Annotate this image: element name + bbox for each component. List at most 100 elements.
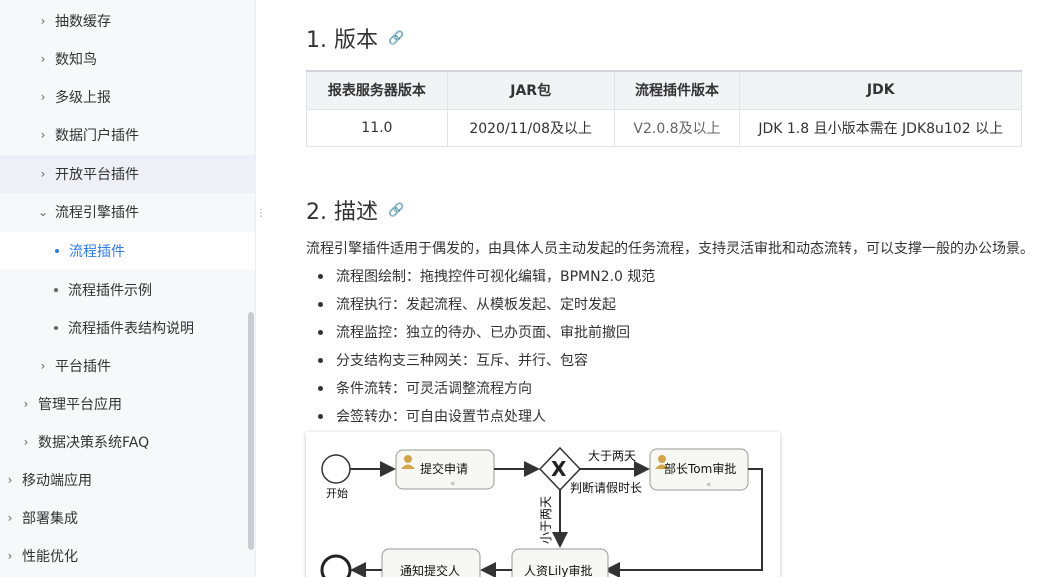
edge-label-less: 小于两天 — [539, 496, 553, 544]
table-cell: JDK 1.8 且小版本需在 JDK8u102 以上 — [739, 109, 1022, 147]
sidebar-item-workflow-tables[interactable]: 流程插件表结构说明 — [0, 309, 255, 347]
chevron-right-icon: › — [7, 473, 13, 487]
sidebar-item-data-portal[interactable]: › 数据门户插件 — [0, 116, 255, 154]
chevron-right-icon: › — [40, 359, 46, 373]
bullet-icon — [318, 301, 323, 307]
sidebar-item-workflow-engine[interactable]: ⌄ 流程引擎插件 — [0, 193, 255, 231]
sidebar-item-label: 多级上报 — [55, 90, 111, 106]
sidebar-item-label: 开放平台插件 — [55, 167, 139, 183]
sidebar-scrollbar[interactable] — [248, 312, 254, 550]
sidebar-item-platform-plugin[interactable]: › 平台插件 — [0, 347, 255, 385]
heading-text: 1. 版本 — [306, 28, 378, 53]
gateway-label: 判断请假时长 — [570, 480, 642, 495]
task-label: 提交申请 — [420, 461, 468, 476]
sidebar-item-label: 数知鸟 — [55, 52, 97, 68]
bullet-icon — [318, 413, 323, 419]
bullet-icon — [55, 249, 59, 253]
table-cell: 2020/11/08及以上 — [446, 109, 615, 147]
sidebar-item-cache[interactable]: › 抽数缓存 — [0, 2, 255, 40]
chevron-right-icon: › — [40, 90, 46, 104]
collapse-icon: « — [706, 480, 712, 490]
task-label: 通知提交人 — [400, 563, 460, 577]
sidebar-item-label: 流程插件 — [69, 244, 125, 260]
sidebar-item-open-platform[interactable]: › 开放平台插件 — [0, 155, 255, 193]
list-item: 流程监控：独立的待办、已办页面、审批前撤回 — [318, 318, 655, 346]
user-icon — [404, 455, 412, 463]
task-label: 人资Lily审批 — [524, 563, 592, 577]
page: › 抽数缓存 › 数知鸟 › 多级上报 › 数据门户插件 › 开放平台插件 ⌄ … — [0, 0, 1057, 577]
table-cell: V2.0.8及以上 — [613, 109, 740, 147]
sidebar-item-label: 流程插件表结构说明 — [68, 321, 194, 337]
workflow-diagram: 开始 提交申请 « X 判断请假时长 大于两天 部长Tom审批 « 小于两天 人… — [306, 432, 780, 577]
description-paragraph: 流程引擎插件适用于偶发的，由具体人员主动发起的任务流程，支持灵活审批和动态流转，… — [306, 241, 1034, 257]
sidebar-item-label: 流程插件示例 — [68, 283, 152, 299]
table-cell: 11.0 — [306, 109, 448, 147]
sidebar-item-deploy[interactable]: › 部署集成 — [0, 499, 255, 537]
feature-list: 流程图绘制：拖拽控件可视化编辑，BPMN2.0 规范 流程执行：发起流程、从模板… — [318, 262, 655, 430]
chevron-right-icon: › — [40, 52, 46, 66]
bullet-icon — [318, 329, 323, 335]
sidebar-item-label: 管理平台应用 — [38, 397, 122, 413]
list-item-text: 会签转办：可自由设置节点处理人 — [336, 409, 546, 425]
list-item: 会签转办：可自由设置节点处理人 — [318, 402, 655, 430]
sidebar-item-performance[interactable]: › 性能优化 — [0, 537, 255, 575]
table-header: JDK — [739, 70, 1022, 110]
chevron-right-icon: › — [7, 549, 13, 563]
list-item-text: 条件流转：可灵活调整流程方向 — [336, 381, 532, 397]
list-item-text: 分支结构支三种网关：互斥、并行、包容 — [336, 353, 588, 369]
list-item: 分支结构支三种网关：互斥、并行、包容 — [318, 346, 655, 374]
sidebar-item-label: 流程引擎插件 — [55, 205, 139, 221]
sidebar-item-label: 部署集成 — [22, 511, 78, 527]
chevron-right-icon: › — [23, 435, 29, 449]
edge-label-more: 大于两天 — [588, 449, 636, 463]
version-table: 报表服务器版本 JAR包 流程插件版本 JDK 11.0 2020/11/08及… — [306, 70, 1022, 147]
list-item: 流程图绘制：拖拽控件可视化编辑，BPMN2.0 规范 — [318, 262, 655, 290]
sidebar-item-workflow-example[interactable]: 流程插件示例 — [0, 271, 255, 309]
list-item: 流程执行：发起流程、从模板发起、定时发起 — [318, 290, 655, 318]
sidebar-item-label: 数据决策系统FAQ — [38, 435, 150, 451]
sidebar-nav: › 抽数缓存 › 数知鸟 › 多级上报 › 数据门户插件 › 开放平台插件 ⌄ … — [0, 0, 256, 577]
start-label: 开始 — [326, 486, 348, 500]
sidebar-item-label: 平台插件 — [55, 359, 111, 375]
bullet-icon — [54, 326, 58, 330]
chevron-right-icon: › — [7, 511, 13, 525]
section-heading-version: 1. 版本 🔗 — [306, 22, 404, 54]
sidebar-item-label: 抽数缓存 — [55, 14, 111, 30]
task-label: 部长Tom审批 — [664, 461, 736, 476]
bullet-icon — [54, 288, 58, 292]
chevron-right-icon: › — [40, 14, 46, 28]
sidebar-item-faq[interactable]: › 数据决策系统FAQ — [0, 423, 255, 461]
collapse-icon: « — [450, 479, 456, 489]
sidebar-item-admin-apps[interactable]: › 管理平台应用 — [0, 385, 255, 423]
bullet-icon — [318, 357, 323, 363]
sidebar-item-multilevel-report[interactable]: › 多级上报 — [0, 78, 255, 116]
section-heading-description: 2. 描述 🔗 — [306, 194, 404, 226]
anchor-link-icon[interactable]: 🔗 — [388, 31, 404, 46]
svg-text:X: X — [551, 457, 567, 481]
bullet-icon — [318, 273, 323, 279]
list-item-text: 流程监控：独立的待办、已办页面、审批前撤回 — [336, 325, 630, 341]
list-item-text: 流程图绘制：拖拽控件可视化编辑，BPMN2.0 规范 — [336, 269, 656, 285]
list-item-text: 流程执行：发起流程、从模板发起、定时发起 — [336, 297, 616, 313]
sidebar-item-mobile[interactable]: › 移动端应用 — [0, 461, 255, 499]
table-header: 流程插件版本 — [613, 70, 740, 110]
chevron-right-icon: › — [40, 167, 46, 181]
sidebar-item-label: 移动端应用 — [22, 473, 92, 489]
resize-handle-icon[interactable]: ⋮ — [256, 209, 266, 219]
sidebar-item-label: 性能优化 — [22, 549, 78, 565]
sidebar-item-label: 数据门户插件 — [55, 128, 139, 144]
table-row: 11.0 2020/11/08及以上 V2.0.8及以上 JDK 1.8 且小版… — [306, 109, 1022, 147]
anchor-link-icon[interactable]: 🔗 — [388, 203, 404, 218]
chevron-down-icon: ⌄ — [37, 205, 49, 219]
chevron-right-icon: › — [23, 397, 29, 411]
bullet-icon — [318, 385, 323, 391]
chevron-right-icon: › — [40, 128, 46, 142]
list-item: 条件流转：可灵活调整流程方向 — [318, 374, 655, 402]
table-header: JAR包 — [446, 70, 615, 110]
end-event-icon — [320, 554, 352, 577]
sidebar-item-workflow-plugin[interactable]: 流程插件 — [0, 232, 255, 270]
start-event-icon — [321, 454, 351, 484]
workflow-diagram-svg: 开始 提交申请 « X 判断请假时长 大于两天 部长Tom审批 « 小于两天 人… — [320, 446, 763, 577]
table-header-row: 报表服务器版本 JAR包 流程插件版本 JDK — [306, 70, 1022, 110]
sidebar-item-shuzhiniao[interactable]: › 数知鸟 — [0, 40, 255, 78]
